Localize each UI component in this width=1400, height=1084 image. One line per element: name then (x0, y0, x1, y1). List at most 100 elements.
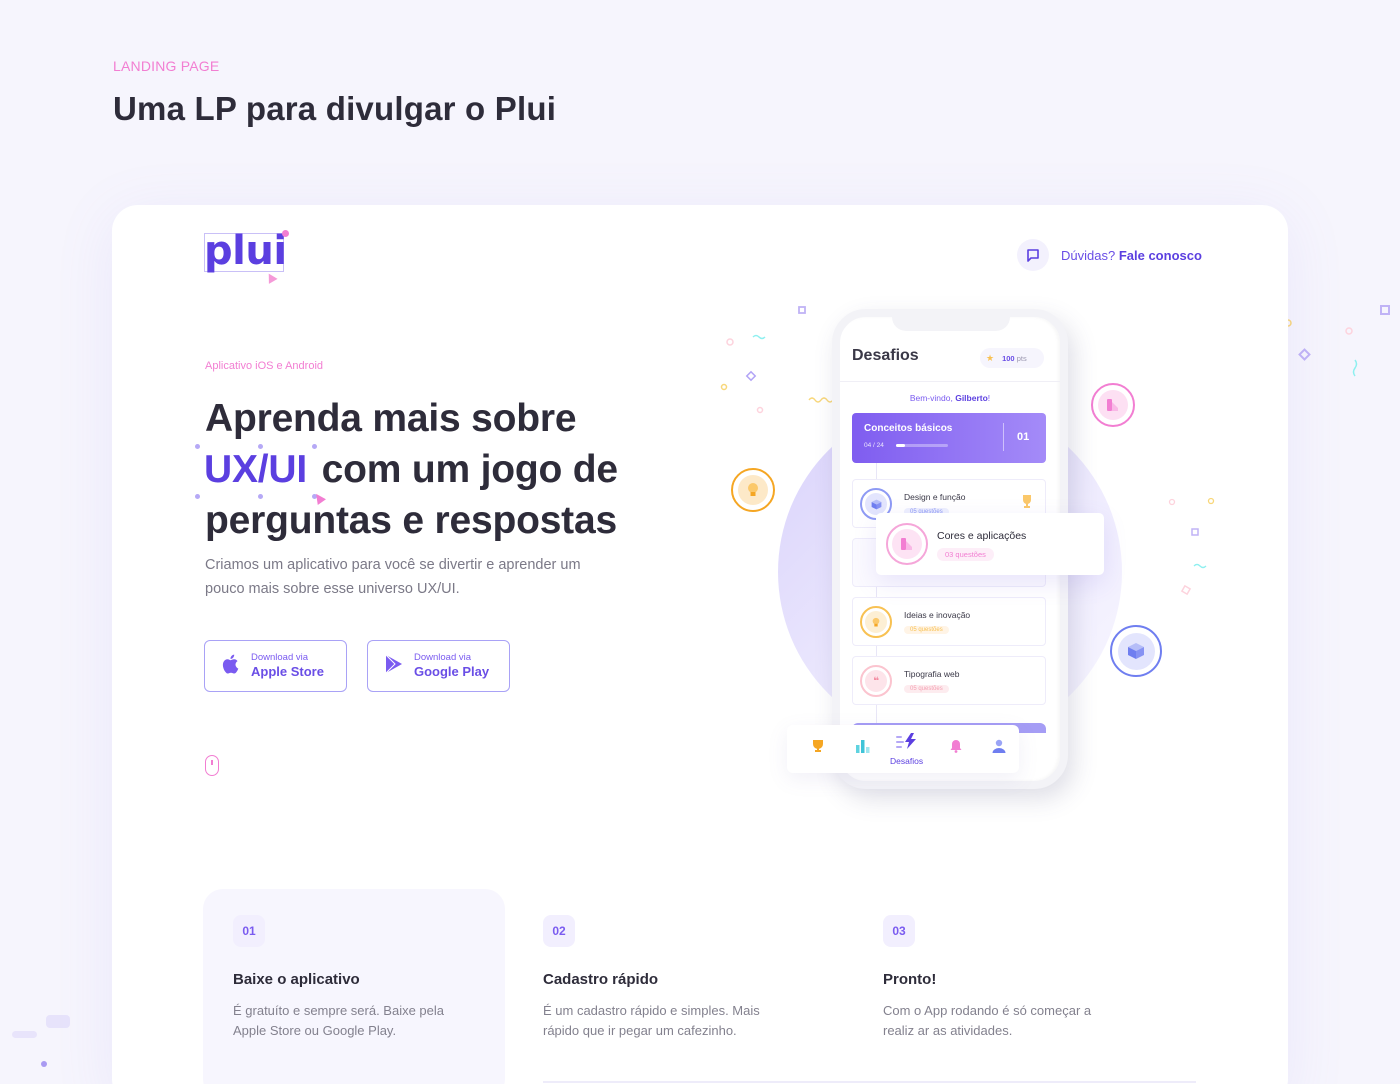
page-title: Uma LP para divulgar o Plui (113, 90, 557, 127)
selection-handle (312, 444, 318, 449)
welcome-name: Gilberto (955, 393, 988, 403)
cube-badge (1110, 625, 1162, 677)
highlighted-word: UX/UI (195, 444, 326, 505)
lesson-item[interactable]: Ideias e inovação 05 questões (852, 597, 1046, 646)
google-play-button[interactable]: Download via Google Play (367, 640, 510, 692)
palette-badge (1091, 383, 1135, 427)
tab-desafios[interactable]: Desafios (890, 733, 923, 766)
current-level-card[interactable]: Conceitos básicos 04 / 24 01 (852, 413, 1046, 463)
step-text: Com o App rodando é só começar a realiz … (883, 1003, 1092, 1038)
chat-bubble-icon (1017, 239, 1049, 271)
confetti-decor (720, 334, 766, 414)
lightning-icon (895, 733, 918, 754)
lightbulb-badge (731, 468, 775, 512)
lesson-badge: 05 questões (904, 626, 949, 634)
lesson-title: Tipografia web (904, 669, 960, 679)
tab-stats[interactable] (855, 739, 871, 758)
lesson-title: Design e função (904, 492, 966, 502)
color-palette-icon (1098, 390, 1128, 420)
decor-pill (46, 1015, 70, 1028)
selection-handle (258, 494, 263, 499)
level-progress-fill (896, 444, 905, 447)
selection-handle (195, 494, 200, 499)
color-palette-icon (892, 529, 922, 559)
level-title: Conceitos básicos (864, 423, 953, 434)
welcome-message: Bem-vindo, Gilberto! (840, 393, 1060, 403)
store-button-label: Apple Store (251, 664, 324, 679)
tab-profile[interactable] (992, 739, 1006, 758)
lightbulb-icon (865, 611, 887, 633)
logo-text: plui (204, 228, 287, 274)
lesson-card-popout[interactable]: Cores e aplicações 03 questões (876, 513, 1104, 575)
lesson-badge: 05 questões (904, 685, 949, 693)
contact-link[interactable]: Dúvidas? Fale conosco (1017, 239, 1202, 271)
store-button-caption: Download via (414, 652, 472, 663)
step-title: Pronto! (883, 971, 937, 988)
divider (1003, 423, 1004, 451)
hero-title-line2: com um jogo de (321, 448, 618, 491)
level-number: 01 (1017, 431, 1030, 443)
quote-icon: ❝ (865, 670, 887, 692)
points-unit: pts (1016, 353, 1027, 363)
decor-dot (41, 1061, 47, 1067)
bell-icon (950, 739, 962, 758)
hero-description: Criamos um aplicativo para você se diver… (205, 557, 581, 597)
confetti-decor (1168, 497, 1215, 596)
decor-pill (12, 1031, 37, 1038)
store-button-caption: Download via (251, 652, 309, 663)
page-eyebrow: LANDING PAGE (113, 58, 220, 74)
points-badge: ★ 100 pts (980, 348, 1044, 368)
star-icon: ★ (986, 352, 995, 363)
tab-notifications[interactable] (950, 739, 962, 758)
divider (840, 381, 1060, 382)
cube-icon (865, 493, 887, 515)
welcome-suffix: ! (987, 393, 991, 403)
phone-tab-bar: Desafios (787, 725, 1019, 773)
tab-ranking[interactable] (812, 739, 824, 758)
store-button-label: Google Play (414, 664, 490, 679)
plui-logo[interactable]: plui (204, 228, 289, 284)
mouse-scroll-icon[interactable] (205, 755, 219, 776)
contact-link-label[interactable]: Fale conosco (1119, 248, 1202, 263)
welcome-prefix: Bem-vindo, (909, 393, 953, 403)
confetti-square (798, 306, 806, 314)
logo-dot (282, 230, 289, 237)
apple-store-button[interactable]: Download via Apple Store (204, 640, 347, 692)
lesson-ring (860, 606, 892, 638)
lightbulb-icon (738, 475, 768, 505)
level-progress-text: 04 / 24 (864, 442, 884, 449)
step-title: Cadastro rápido (543, 971, 659, 988)
lesson-item[interactable]: ❝ Tipografia web 05 questões (852, 656, 1046, 705)
selection-handle (195, 444, 200, 449)
lesson-badge: 03 questões (937, 548, 994, 561)
step-card: 02 Cadastro rápido É um cadastro rápido … (513, 889, 815, 1084)
lesson-title: Ideias e inovação (904, 610, 971, 620)
hero-eyebrow: Aplicativo iOS e Android (205, 360, 324, 372)
step-title: Baixe o aplicativo (233, 971, 360, 988)
tab-label: Desafios (890, 756, 924, 766)
step-text: É gratuíto e sempre será. Baixe pela App… (233, 1003, 445, 1038)
step-number: 02 (543, 915, 575, 947)
points-value: 100 (1002, 353, 1015, 363)
step-number: 03 (883, 915, 915, 947)
bar-chart-icon (855, 739, 871, 758)
lesson-ring (886, 523, 928, 565)
hero-title-line1: Aprenda mais sobre (205, 397, 577, 440)
google-play-icon (384, 654, 404, 679)
apple-icon (221, 653, 241, 680)
highlight-text: UX/UI (204, 448, 308, 491)
steps-divider (543, 1081, 1196, 1083)
contact-question: Dúvidas? (1061, 247, 1116, 263)
contact-text: Dúvidas? Fale conosco (1061, 248, 1202, 263)
hero-title: Aprenda mais sobre UX/UI com um jogo de … (195, 393, 725, 546)
level-progress-bar (896, 444, 948, 447)
landing-page-card: plui Dúvidas? Fale conosco Aplicativo iO… (112, 205, 1288, 1084)
user-icon (992, 739, 1006, 758)
selection-handle (258, 444, 263, 449)
step-number: 01 (233, 915, 265, 947)
confetti-decor (1284, 305, 1390, 377)
trophy-icon (812, 739, 824, 758)
phone-notch (892, 309, 1010, 331)
lesson-ring: ❝ (860, 665, 892, 697)
step-text: É um cadastro rápido e simples. Mais ráp… (543, 1003, 760, 1038)
